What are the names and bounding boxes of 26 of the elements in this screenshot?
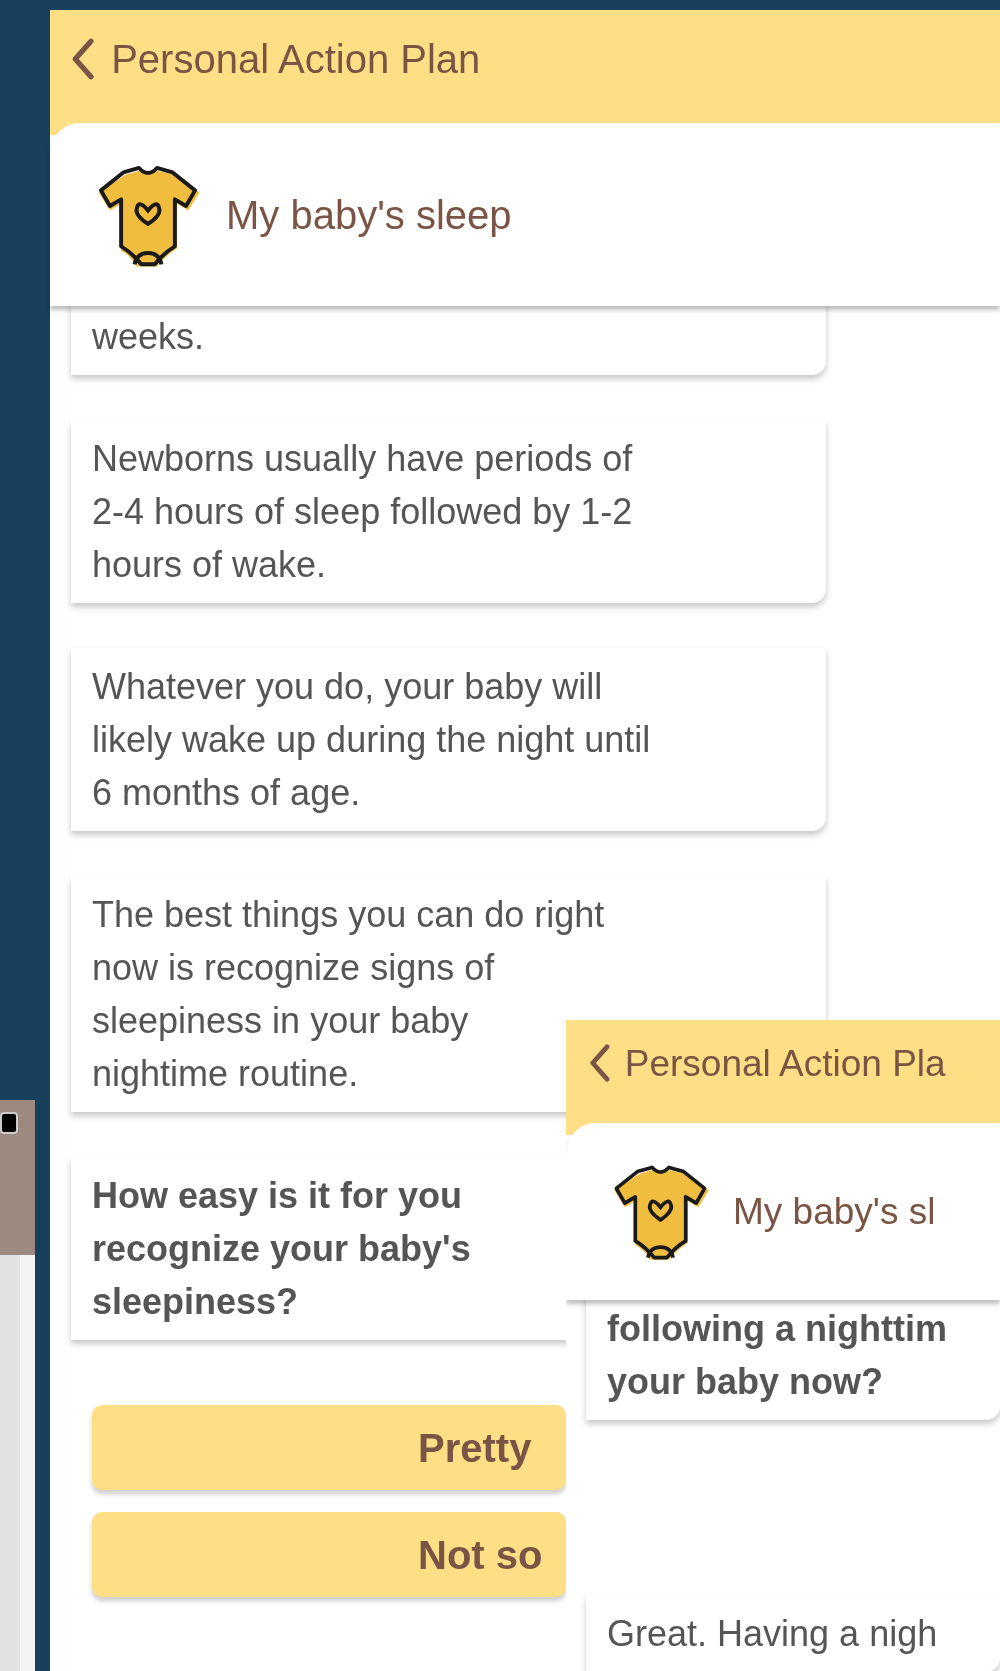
header-title: Personal Action Plan — [111, 38, 481, 80]
message-text-line: Whatever you do, your baby will — [92, 665, 603, 709]
header-title: Personal Action Pla — [624, 1044, 946, 1084]
message-text-line: 6 months of age. — [92, 771, 361, 815]
message-text-line: likely wake up during the night until — [92, 718, 651, 762]
message-text-line: your baby now? — [607, 1360, 883, 1404]
topic-title: My baby's sleep — [226, 191, 512, 239]
message-text-line: How easy is it for you — [92, 1174, 463, 1218]
message-text-line: nightime routine. — [92, 1052, 359, 1096]
message-text-line: recognize your baby's — [92, 1227, 471, 1271]
message-text-line: Great. Having a nigh — [607, 1612, 938, 1656]
message-text-line: The best things you can do right — [92, 893, 605, 937]
battery-icon — [0, 1112, 18, 1134]
answer-button[interactable]: Pretty — [92, 1405, 566, 1490]
message-text-line: Newborns usually have periods of — [92, 437, 633, 481]
message-text-line: weeks. — [92, 315, 205, 359]
message-text-line: now is recognize signs of — [92, 946, 495, 990]
message-text-line: sleepiness in your baby — [92, 999, 469, 1043]
message-text-line: hours of wake. — [92, 543, 327, 587]
back-chevron-icon[interactable] — [588, 1044, 611, 1082]
message-text-line: following a nighttim — [607, 1307, 947, 1351]
answer-button[interactable]: Not so — [92, 1512, 566, 1597]
back-chevron-icon[interactable] — [70, 38, 96, 80]
message-text-line: sleepiness? — [92, 1280, 299, 1324]
message-text-line: 2-4 hours of sleep followed by 1-2 — [92, 490, 633, 534]
topic-title: My baby's sl — [733, 1189, 936, 1234]
